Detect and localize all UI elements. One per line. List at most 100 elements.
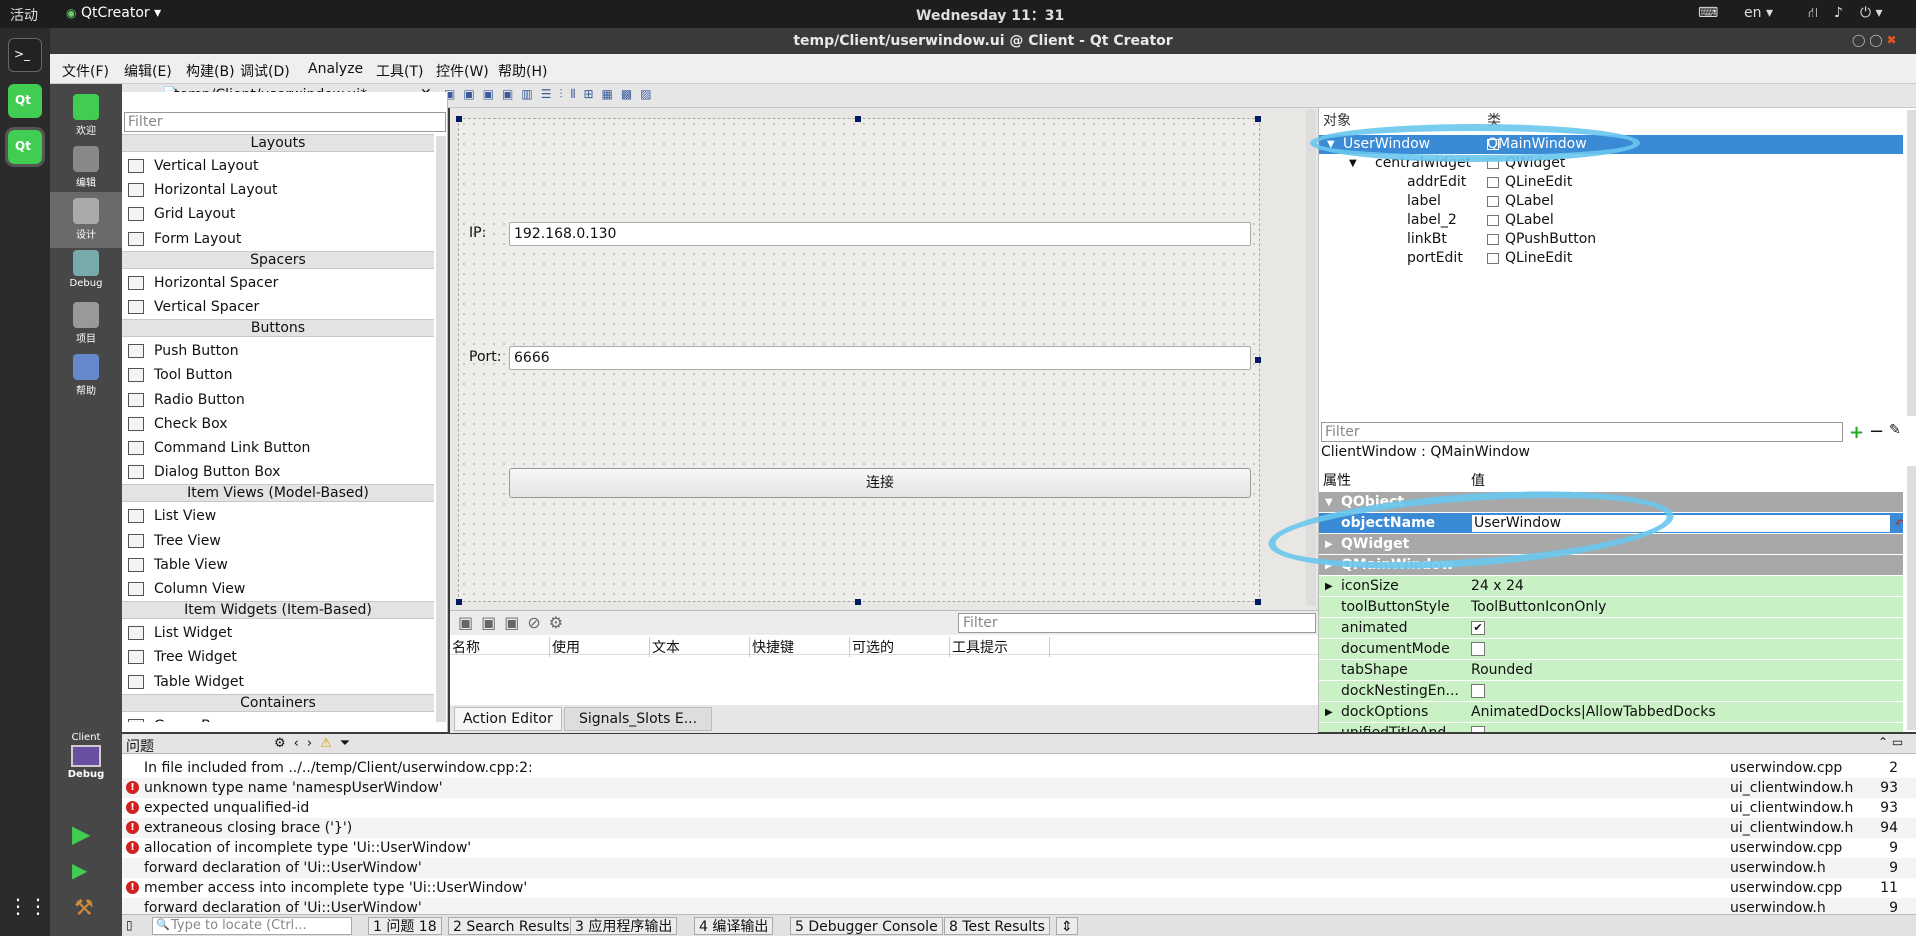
property-row[interactable]: toolButtonStyle ToolButtonIconOnly [1319, 597, 1903, 618]
power-icon[interactable]: ⏻ ▾ [1860, 5, 1883, 21]
property-row[interactable]: iconSize ▶ 24 x 24 [1319, 576, 1903, 597]
widget-category[interactable]: Containers [122, 693, 434, 712]
widget-item[interactable]: Tree Widget [122, 645, 434, 669]
app-menu[interactable]: ◉ QtCreator ▾ [66, 5, 161, 21]
object-row[interactable]: portEdit QLineEdit [1319, 249, 1903, 268]
terminal-icon[interactable]: >_ [8, 38, 42, 72]
widget-item[interactable]: Horizontal Layout [122, 178, 434, 202]
widget-category[interactable]: Item Widgets (Item-Based) [122, 601, 434, 620]
mode-2[interactable]: 设计 [50, 192, 122, 248]
widget-item[interactable]: Push Button [122, 339, 434, 363]
checkbox[interactable] [1471, 642, 1485, 656]
issue-row[interactable]: ! extraneous closing brace ('}') ui_client… [122, 818, 1916, 838]
object-row[interactable]: label QLabel [1319, 192, 1903, 211]
expand-icon[interactable]: ▶ [1325, 576, 1333, 597]
output-tab[interactable]: 3 应用程序输出 [570, 917, 678, 935]
locator-input[interactable]: Type to locate (Ctrl... [152, 917, 352, 935]
resize-handle[interactable] [456, 116, 462, 122]
header-value[interactable]: 值 [1471, 470, 1485, 486]
widget-item[interactable]: Vertical Spacer [122, 295, 434, 319]
mode-3[interactable]: Debug [50, 244, 122, 300]
property-row[interactable]: unifiedTitleAnd... [1319, 723, 1903, 732]
language-indicator[interactable]: en ▾ [1744, 5, 1773, 21]
expand-icon[interactable]: ▼ [1325, 492, 1333, 513]
issue-row[interactable]: ! unknown type name 'namespUserWindow' ui_… [122, 778, 1916, 798]
widget-item[interactable]: Column View [122, 577, 434, 601]
widget-item[interactable]: Dialog Button Box [122, 460, 434, 484]
mode-1[interactable]: 编辑 [50, 140, 122, 196]
build-hammer-icon[interactable]: ⚒ [74, 896, 94, 921]
header-property[interactable]: 属性 [1323, 470, 1351, 486]
action-column-header[interactable]: 文本 [652, 637, 750, 657]
property-config-icon[interactable]: ✎ [1889, 422, 1901, 438]
widget-item[interactable]: Vertical Layout [122, 154, 434, 178]
property-row[interactable]: dockOptions ▶ AnimatedDocks|AllowTabbedDoc… [1319, 702, 1903, 723]
widget-category[interactable]: Item Views (Model-Based) [122, 484, 434, 503]
object-scrollbar[interactable] [1907, 110, 1916, 416]
widget-scrollbar[interactable] [436, 136, 446, 722]
checkbox[interactable] [1471, 684, 1485, 698]
resize-handle[interactable] [855, 599, 861, 605]
property-row[interactable]: documentMode [1319, 639, 1903, 660]
debug-run-icon[interactable]: ▶ [72, 858, 87, 882]
object-row[interactable]: label_2 QLabel [1319, 211, 1903, 230]
issue-row[interactable]: forward declaration of 'Ui::UserWindow' u… [122, 858, 1916, 878]
action-filter-input[interactable]: Filter [958, 613, 1316, 633]
property-row[interactable]: animated ✔ [1319, 618, 1903, 639]
reset-icon[interactable]: ↶ [1895, 513, 1903, 534]
qtcreator-icon[interactable]: Qt [5, 127, 45, 167]
issue-row[interactable]: ! allocation of incomplete type 'Ui::User… [122, 838, 1916, 858]
checkbox[interactable] [1471, 726, 1485, 732]
property-row[interactable]: dockNestingEn... [1319, 681, 1903, 702]
widget-item[interactable]: Tree View [122, 529, 434, 553]
keyboard-icon[interactable]: ⌨ [1698, 5, 1718, 21]
action-tool-icons[interactable]: ▣▣▣⊘⚙ [458, 613, 571, 632]
output-tab[interactable]: 8 Test Results [944, 917, 1050, 935]
action-column-header[interactable]: 快捷键 [752, 637, 850, 657]
network-icon[interactable]: ⛙ [1808, 5, 1818, 23]
widget-item[interactable]: List Widget [122, 621, 434, 645]
run-icon[interactable]: ▶ [72, 820, 90, 848]
qt-icon[interactable]: Qt [8, 84, 42, 118]
remove-property-icon[interactable]: − [1869, 421, 1884, 442]
ip-lineedit[interactable]: 192.168.0.130 [509, 222, 1251, 246]
widget-category[interactable]: Spacers [122, 250, 434, 269]
issues-tool-icons[interactable]: ⚙‹›⚠⏷ [274, 736, 358, 751]
kit-selector[interactable]: Client Debug [50, 732, 122, 780]
port-label[interactable]: Port: [469, 349, 501, 365]
tab-signals-slots[interactable]: Signals_Slots E... [564, 707, 713, 731]
property-filter-input[interactable]: Filter [1321, 422, 1843, 442]
widget-category[interactable]: Layouts [122, 134, 434, 152]
menu-4[interactable]: Analyze [308, 61, 363, 77]
widget-item[interactable]: Table Widget [122, 670, 434, 694]
widget-item[interactable]: Group Box [122, 714, 434, 722]
output-tabs-menu[interactable]: ⇕ [1056, 917, 1078, 935]
checkbox[interactable]: ✔ [1471, 621, 1485, 635]
window-controls[interactable]: ◯ ◯ ✖ [1852, 33, 1897, 47]
widget-item[interactable]: Form Layout [122, 227, 434, 251]
form-editor-tools[interactable]: ▣▣▣▣▥☰⫶⫴⊞▦▩▨ [444, 87, 660, 102]
widget-filter-input[interactable]: Filter [124, 112, 446, 132]
show-apps-icon[interactable]: ⋮⋮ [8, 894, 48, 928]
widget-item[interactable]: Radio Button [122, 388, 434, 412]
widget-item[interactable]: Check Box [122, 412, 434, 436]
resize-handle[interactable] [1255, 116, 1261, 122]
widget-item[interactable]: Grid Layout [122, 202, 434, 226]
menu-6[interactable]: 控件(W) [436, 61, 489, 81]
output-tab[interactable]: 1 问题 18 [368, 917, 442, 935]
port-lineedit[interactable]: 6666 [509, 346, 1251, 370]
menu-1[interactable]: 编辑(E) [124, 61, 172, 81]
menu-0[interactable]: 文件(F) [62, 61, 109, 81]
ip-label[interactable]: IP: [469, 225, 486, 241]
tree-expand-icon[interactable]: ▼ [1349, 154, 1357, 173]
clock[interactable]: Wednesday 11：31 [916, 5, 1064, 25]
menu-2[interactable]: 构建(B) [186, 61, 235, 81]
mode-5[interactable]: 帮助 [50, 348, 122, 404]
output-tab[interactable]: 4 编译输出 [694, 917, 774, 935]
property-row[interactable]: tabShape Rounded [1319, 660, 1903, 681]
activities-button[interactable]: 活动 [10, 5, 38, 25]
resize-handle[interactable] [456, 599, 462, 605]
widget-item[interactable]: List View [122, 504, 434, 528]
menu-3[interactable]: 调试(D) [240, 61, 290, 81]
resize-handle[interactable] [1255, 357, 1261, 363]
